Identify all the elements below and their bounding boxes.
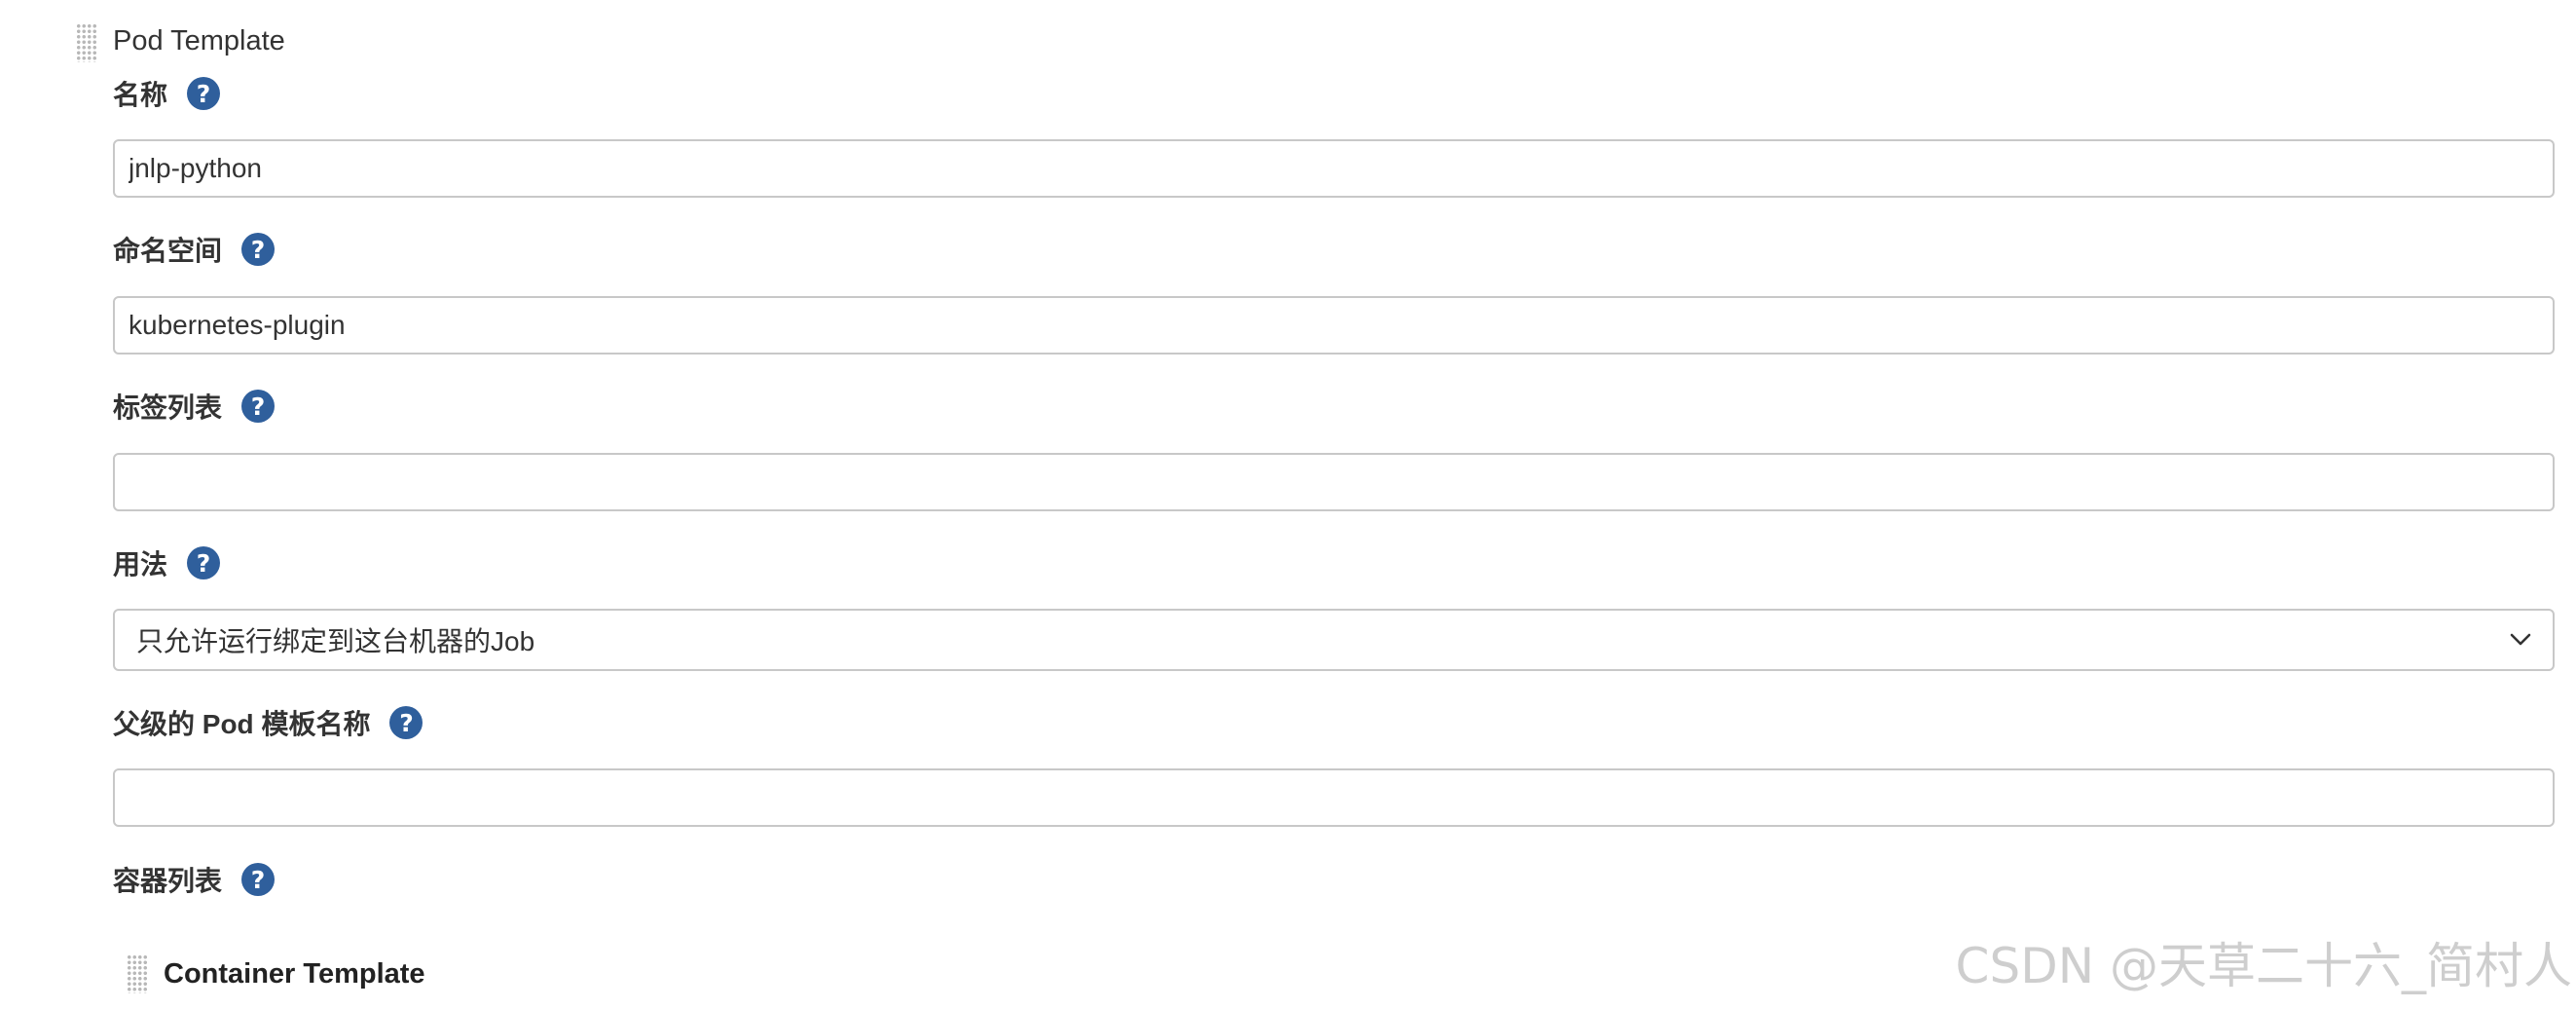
help-icon[interactable]: ? bbox=[241, 233, 276, 266]
usage-selected-value: 只允许运行绑定到这台机器的Job bbox=[136, 626, 535, 656]
containers-field-label: 容器列表 ? bbox=[113, 858, 276, 901]
help-icon[interactable]: ? bbox=[187, 77, 221, 110]
name-input[interactable] bbox=[113, 139, 2555, 198]
drag-handle-icon[interactable] bbox=[127, 954, 148, 993]
usage-label-text: 用法 bbox=[113, 549, 168, 579]
containers-label-text: 容器列表 bbox=[113, 866, 223, 896]
parent-template-label-text: 父级的 Pod 模板名称 bbox=[113, 709, 371, 739]
parent-template-field-label: 父级的 Pod 模板名称 ? bbox=[113, 701, 423, 744]
usage-field-label: 用法 ? bbox=[113, 542, 221, 584]
namespace-label-text: 命名空间 bbox=[113, 236, 223, 266]
watermark: CSDN @天草二十六_简村人 bbox=[1955, 938, 2572, 994]
namespace-input[interactable] bbox=[113, 296, 2555, 355]
name-label-text: 名称 bbox=[113, 80, 168, 110]
labels-input[interactable] bbox=[113, 453, 2555, 511]
help-icon[interactable]: ? bbox=[241, 863, 276, 896]
usage-select[interactable]: 只允许运行绑定到这台机器的Job bbox=[113, 609, 2555, 671]
chevron-down-icon bbox=[2508, 627, 2533, 653]
help-icon[interactable]: ? bbox=[241, 390, 276, 423]
labels-field-label: 标签列表 ? bbox=[113, 385, 276, 428]
container-template-title: Container Template bbox=[164, 958, 425, 990]
namespace-field-label: 命名空间 ? bbox=[113, 228, 276, 271]
name-field-label: 名称 ? bbox=[113, 72, 221, 115]
drag-handle-icon[interactable] bbox=[76, 23, 97, 62]
help-icon[interactable]: ? bbox=[389, 706, 423, 739]
parent-template-input[interactable] bbox=[113, 768, 2555, 827]
labels-label-text: 标签列表 bbox=[113, 392, 223, 423]
help-icon[interactable]: ? bbox=[187, 546, 221, 579]
pod-template-title: Pod Template bbox=[113, 25, 285, 56]
